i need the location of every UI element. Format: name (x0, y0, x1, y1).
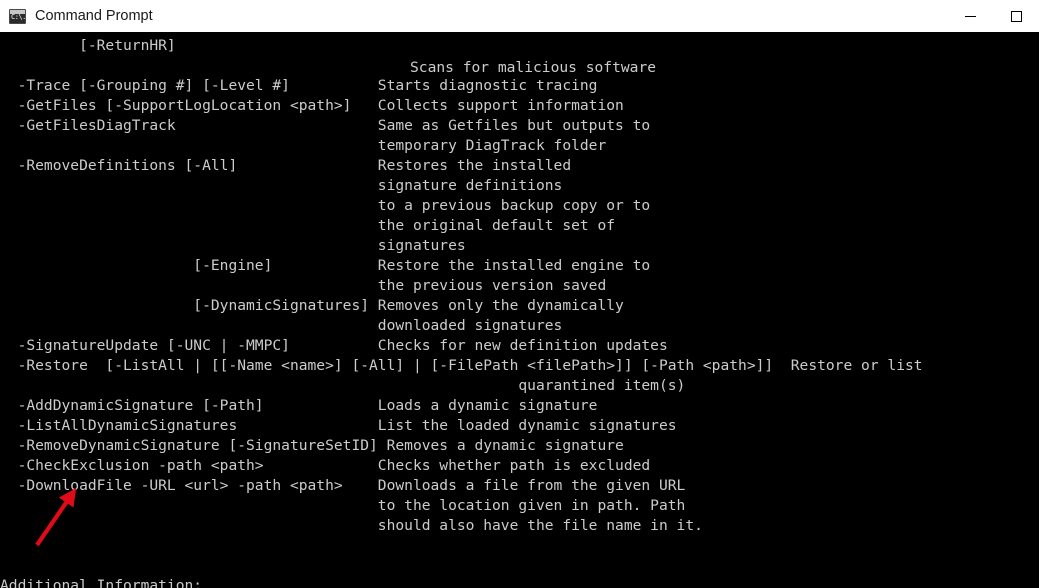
console-output-area[interactable]: [-ReturnHR] -Trace [-Grouping #] [-Level… (0, 32, 1039, 588)
console-text: [-ReturnHR] -Trace [-Grouping #] [-Level… (0, 37, 923, 588)
maximize-button[interactable] (993, 0, 1039, 32)
command-prompt-window: C:\. Command Prompt [-ReturnHR] -Trace [… (0, 0, 1039, 588)
title-bar-left: C:\. Command Prompt (0, 0, 153, 32)
minimize-icon (964, 15, 976, 17)
window-controls (947, 0, 1039, 32)
command-prompt-icon: C:\. (9, 8, 26, 24)
maximize-icon (1010, 10, 1022, 22)
minimize-button[interactable] (947, 0, 993, 32)
title-bar[interactable]: C:\. Command Prompt (0, 0, 1039, 32)
icon-prompt-glyph: C:\. (11, 12, 26, 21)
title-bar-drag-area[interactable] (153, 0, 947, 32)
window-title: Command Prompt (35, 8, 153, 24)
console-scan-line: Scans for malicious software (410, 59, 657, 76)
